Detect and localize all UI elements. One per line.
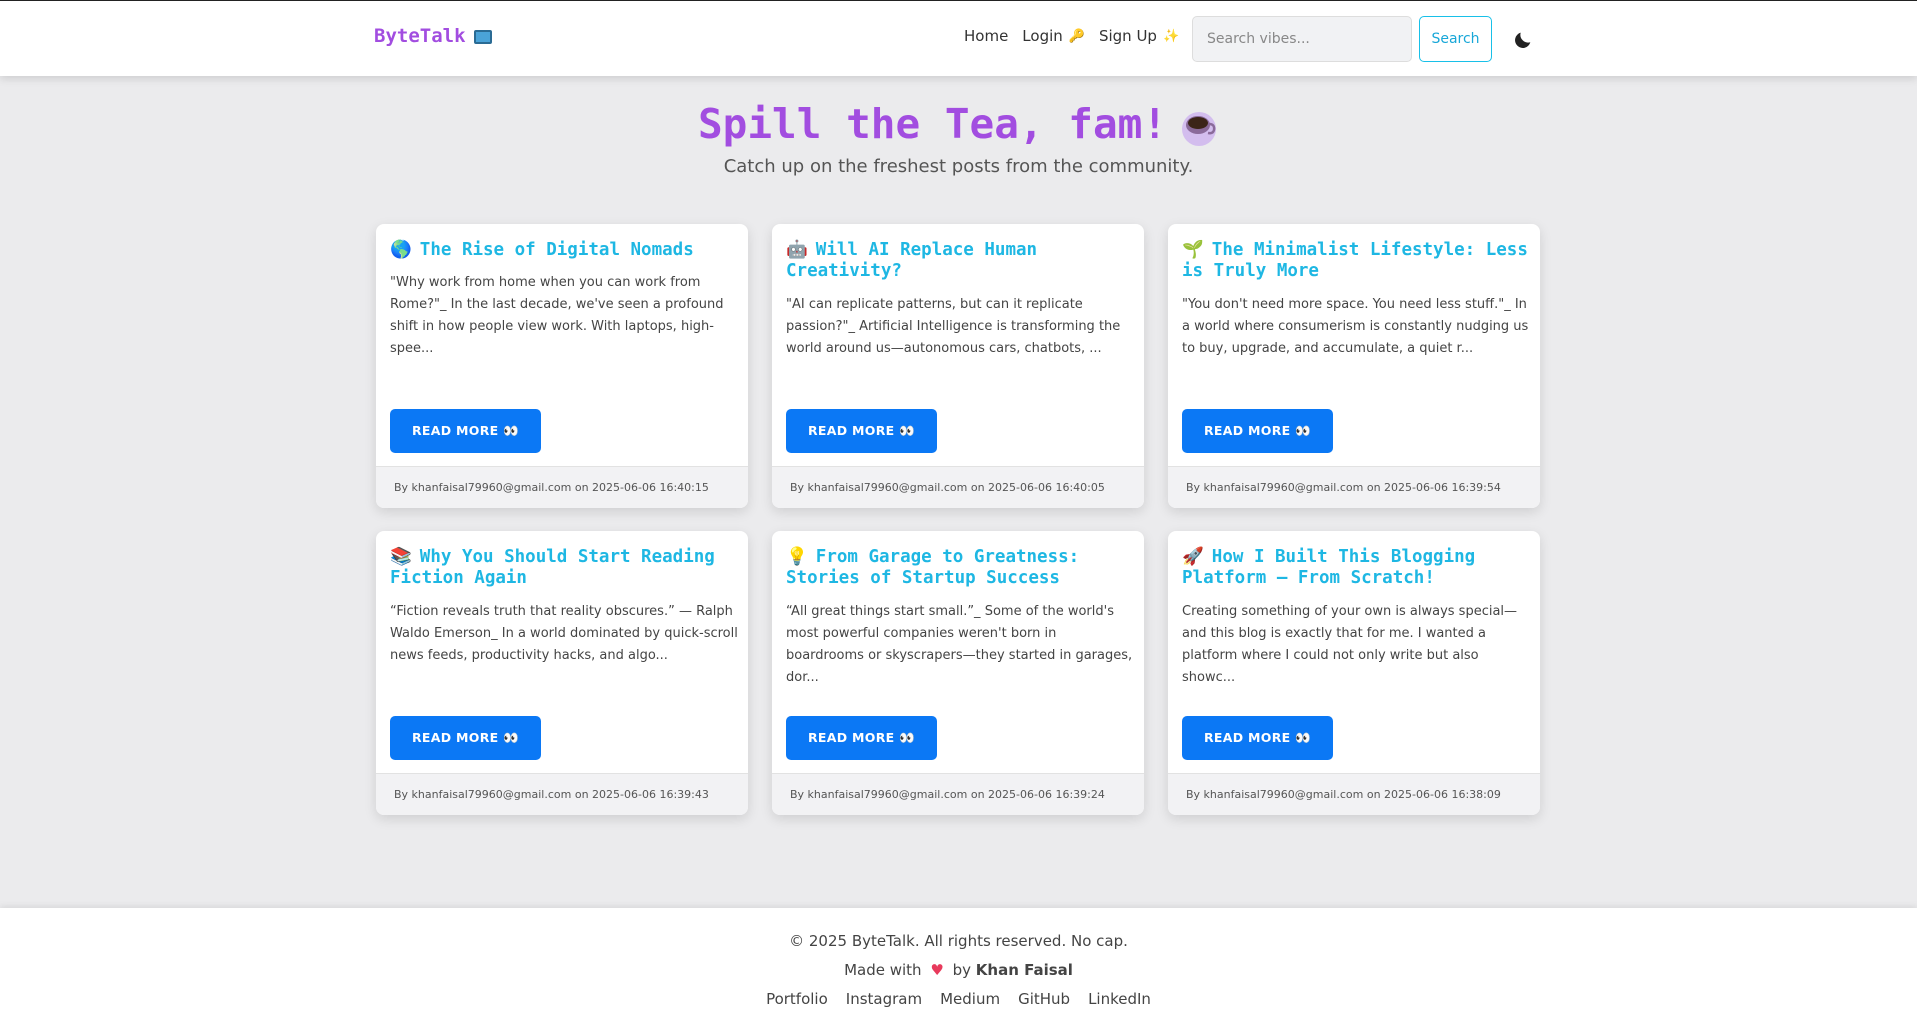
nav-login-link[interactable]: Login 🔑 [1022, 27, 1085, 45]
key-icon: 🔑 [1068, 28, 1085, 44]
copyright-text: © 2025 ByteTalk. All rights reserved. No… [789, 932, 1128, 950]
read-more-button[interactable]: READ MORE 👀 [390, 716, 541, 760]
books-icon: 📚 [390, 547, 412, 567]
moon-icon[interactable] [1512, 29, 1534, 51]
post-title[interactable]: 🌱 The Minimalist Lifestyle: Less is Truly… [1182, 240, 1532, 282]
post-excerpt: Creating something of your own is always… [1182, 604, 1518, 685]
post-title-text: The Minimalist Lifestyle: Less is Truly … [1182, 240, 1528, 281]
search-input[interactable] [1192, 16, 1412, 62]
nav-signup-link[interactable]: Sign Up ✨ [1099, 27, 1179, 45]
footer-link-github[interactable]: GitHub [1018, 990, 1070, 1008]
post-card: 📚 Why You Should Start Reading Fiction Ag… [376, 531, 748, 815]
hero-subtitle: Catch up on the freshest posts from the … [723, 156, 1194, 177]
post-meta: By khanfaisal79960@gmail.com on 2025-06-… [1168, 773, 1540, 815]
post-title-text: Will AI Replace Human Creativity? [786, 240, 1038, 281]
seedling-icon: 🌱 [1182, 240, 1204, 260]
coffee-cup-icon [1182, 112, 1216, 146]
post-excerpt: “Fiction reveals truth that reality obsc… [390, 604, 738, 663]
robot-icon: 🤖 [786, 240, 808, 260]
brand-logo[interactable]: ByteTalk [374, 25, 492, 47]
made-with-by: by [952, 961, 971, 979]
post-title[interactable]: 📚 Why You Should Start Reading Fiction Ag… [390, 547, 740, 589]
post-excerpt: "You don't need more space. You need les… [1182, 297, 1529, 356]
footer-link-medium[interactable]: Medium [940, 990, 1000, 1008]
sparkles-icon: ✨ [1162, 28, 1180, 44]
nav-login-label: Login [1022, 27, 1063, 45]
read-more-button[interactable]: READ MORE 👀 [390, 409, 541, 453]
post-card: 🌎 The Rise of Digital Nomads "Why work fr… [376, 224, 748, 508]
post-meta: By khanfaisal79960@gmail.com on 2025-06-… [376, 466, 748, 508]
post-meta: By khanfaisal79960@gmail.com on 2025-06-… [1168, 466, 1540, 508]
hero-title: Spill the Tea, fam! [0, 100, 1917, 148]
navbar: ByteTalk Home Login 🔑 Sign Up ✨ Search [0, 0, 1917, 76]
post-title-text: From Garage to Greatness: Stories of Sta… [786, 547, 1080, 588]
post-card: 🤖 Will AI Replace Human Creativity? "AI c… [772, 224, 1144, 508]
nav-signup-label: Sign Up [1098, 27, 1157, 45]
hero-title-text: Spill the Tea, fam! [698, 100, 1167, 148]
post-meta: By khanfaisal79960@gmail.com on 2025-06-… [772, 773, 1144, 815]
post-title-text: How I Built This Blogging Platform — Fro… [1182, 547, 1476, 588]
nav-home-label: Home [964, 27, 1009, 45]
read-more-button[interactable]: READ MORE 👀 [786, 409, 937, 453]
read-more-button[interactable]: READ MORE 👀 [1182, 409, 1333, 453]
post-excerpt: "Why work from home when you can work fr… [390, 275, 724, 356]
site-footer: © 2025 ByteTalk. All rights reserved. No… [0, 908, 1917, 1030]
post-excerpt: “All great things start small.”_ Some of… [786, 604, 1133, 685]
footer-link-linkedin[interactable]: LinkedIn [1088, 990, 1151, 1008]
post-card: 💡 From Garage to Greatness: Stories of St… [772, 531, 1144, 815]
post-title[interactable]: 🌎 The Rise of Digital Nomads [390, 240, 740, 261]
heart-icon: ♥ [930, 961, 944, 979]
post-title[interactable]: 🚀 How I Built This Blogging Platform — Fr… [1182, 547, 1532, 589]
read-more-button[interactable]: READ MORE 👀 [786, 716, 937, 760]
post-card: 🚀 How I Built This Blogging Platform — Fr… [1168, 531, 1540, 815]
made-with-line: Made with ♥ by Khan Faisal [0, 961, 1917, 979]
footer-link-portfolio[interactable]: Portfolio [766, 990, 828, 1008]
search-button[interactable]: Search [1419, 16, 1492, 62]
post-title[interactable]: 🤖 Will AI Replace Human Creativity? [786, 240, 1136, 282]
author-name: Khan Faisal [975, 961, 1073, 979]
footer-link-instagram[interactable]: Instagram [846, 990, 922, 1008]
nav-links: Home Login 🔑 Sign Up ✨ [964, 27, 1179, 45]
brand-name: ByteTalk [374, 25, 466, 47]
post-title-text: The Rise of Digital Nomads [419, 240, 694, 260]
post-excerpt: "AI can replicate patterns, but can it r… [786, 297, 1121, 356]
globe-icon: 🌎 [390, 240, 412, 260]
post-card: 🌱 The Minimalist Lifestyle: Less is Truly… [1168, 224, 1540, 508]
post-title-text: Why You Should Start Reading Fiction Aga… [390, 547, 715, 588]
post-meta: By khanfaisal79960@gmail.com on 2025-06-… [772, 466, 1144, 508]
laptop-icon [473, 30, 492, 44]
nav-home-link[interactable]: Home [964, 27, 1008, 45]
post-title[interactable]: 💡 From Garage to Greatness: Stories of St… [786, 547, 1136, 589]
post-meta: By khanfaisal79960@gmail.com on 2025-06-… [376, 773, 748, 815]
made-with-prefix: Made with [844, 961, 922, 979]
footer-links: Portfolio Instagram Medium GitHub Linked… [0, 990, 1917, 1008]
lightbulb-icon: 💡 [786, 547, 808, 567]
rocket-icon: 🚀 [1182, 547, 1204, 567]
read-more-button[interactable]: READ MORE 👀 [1182, 716, 1333, 760]
